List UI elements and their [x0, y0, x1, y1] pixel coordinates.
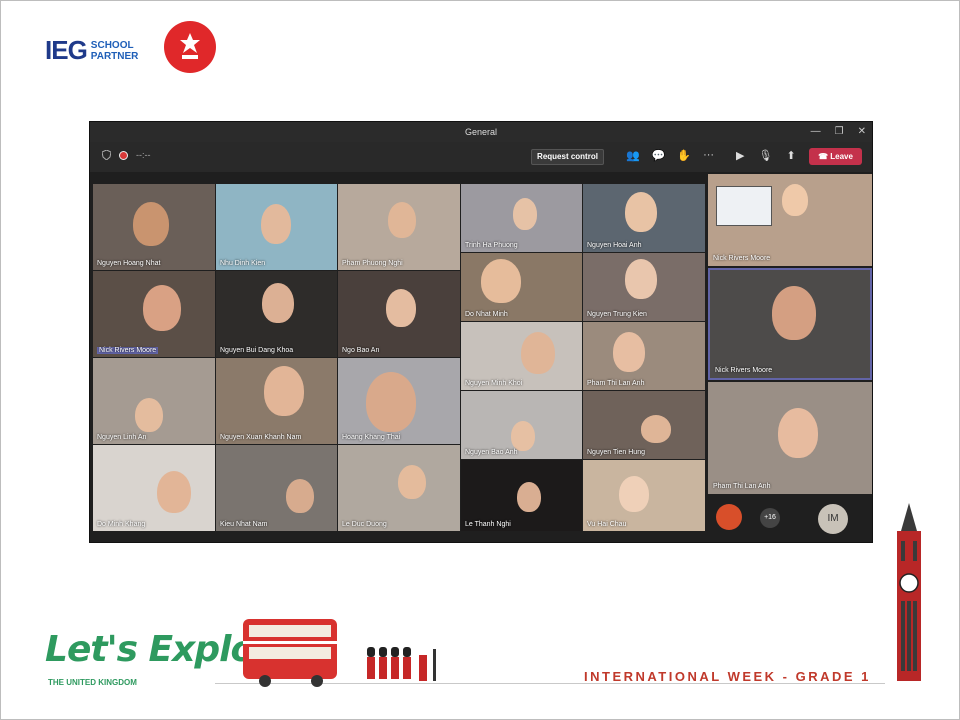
video-tile[interactable]: Nguyen Trung Kien [583, 253, 705, 321]
window-controls: — ❐ ✕ [811, 122, 866, 142]
video-tile[interactable]: Nguyen Bui Dang Khoa [216, 271, 337, 357]
held-picture [716, 186, 772, 226]
minimize-icon[interactable]: — [811, 122, 821, 142]
participant-name: Do Nhat Minh [465, 311, 508, 318]
participant-name: Nick Rivers Moore [715, 367, 773, 374]
video-tile[interactable]: Pham Thi Lan Anh [583, 322, 705, 390]
participant-name: Do Minh Khang [97, 521, 146, 528]
participant-name: Ngo Bao An [342, 347, 380, 354]
slide: IEG SCHOOL PARTNER General — ❐ ✕ --:-- R… [0, 0, 960, 720]
participant-name: Trinh Ha Phuong [465, 242, 518, 249]
video-tile[interactable]: Hoang Khang Thai [338, 358, 460, 444]
video-tile[interactable]: Nguyen Xuan Khanh Nam [216, 358, 337, 444]
video-tile[interactable]: Nguyen Minh Khoi [461, 322, 582, 390]
meeting-timer: --:-- [136, 150, 151, 160]
participant-name: Nguyen Bao Anh [465, 449, 518, 456]
pinned-video-tile[interactable]: Pham Thi Lan Anh [708, 382, 872, 494]
ieg-sub-line2: PARTNER [90, 50, 139, 62]
video-tile[interactable]: Nick Rivers Moore [93, 271, 215, 357]
shield-icon [102, 150, 111, 160]
record-icon [119, 150, 128, 160]
video-tile[interactable]: Nguyen Hoang Nhat [93, 184, 215, 270]
request-control-button[interactable]: Request control [531, 149, 604, 165]
overflow-strip: +16 IM [708, 496, 872, 542]
video-tile[interactable]: Nguyen Hoai Anh [583, 184, 705, 252]
pinned-video-tile[interactable]: Nick Rivers Moore [708, 268, 872, 380]
participant-name: Le Thanh Nghi [465, 521, 511, 528]
pinned-video-tile[interactable]: Nick Rivers Moore [708, 174, 872, 266]
participant-name: Pham Thi Lan Anh [713, 483, 771, 490]
participant-name: Nick Rivers Moore [97, 347, 159, 354]
restore-icon[interactable]: ❐ [835, 122, 844, 142]
participant-name: Le Duc Duong [342, 521, 387, 528]
participant-grid: Nguyen Hoang Nhat Nhu Dinh Kien Pham Phu… [93, 184, 705, 542]
reactions-icon[interactable]: ✋ [677, 149, 691, 162]
video-tile[interactable]: Vu Hai Chau [583, 460, 705, 531]
camera-icon[interactable]: ▶ [736, 149, 744, 162]
participant-name: Nguyen Trung Kien [587, 311, 647, 318]
participant-name: Nguyen Bui Dang Khoa [220, 347, 294, 354]
video-tile[interactable]: Do Nhat Minh [461, 253, 582, 321]
participant-name: Nguyen Tien Hung [587, 449, 645, 456]
video-tile[interactable]: Ngo Bao An [338, 271, 460, 357]
big-ben-icon [897, 503, 921, 681]
phone-icon: ☎ [818, 152, 831, 161]
video-tile[interactable]: Le Duc Duong [338, 445, 460, 531]
ieg-sub-line1: SCHOOL [90, 39, 134, 51]
leave-label: Leave [830, 152, 853, 161]
ieg-logo: IEG SCHOOL PARTNER [45, 35, 138, 66]
raised-hand-avatar[interactable] [716, 504, 742, 530]
meeting-toolbar: --:-- Request control 👥 💬 ✋ ··· ▶ 🎙 ⬆ ☎ … [90, 142, 872, 172]
toolbar-right-icons: ▶ 🎙 ⬆ [736, 149, 796, 162]
toolbar-left: --:-- [102, 150, 151, 160]
teams-window: General — ❐ ✕ --:-- Request control 👥 💬 … [89, 121, 873, 543]
overflow-count[interactable]: +16 [760, 508, 780, 528]
school-emblem-icon [180, 33, 200, 59]
participant-name: Pham Phuong Nghi [342, 260, 403, 267]
video-tile[interactable]: Nhu Dinh Kien [216, 184, 337, 270]
double-decker-bus-icon [243, 619, 337, 687]
video-tile[interactable]: Nguyen Tien Hung [583, 391, 705, 459]
participant-name: Nguyen Linh An [97, 434, 147, 441]
people-icon[interactable]: 👥 [626, 149, 640, 162]
share-icon[interactable]: ⬆ [786, 149, 795, 162]
chat-icon[interactable]: 💬 [652, 149, 666, 162]
participant-name: Nick Rivers Moore [713, 255, 771, 262]
participant-name: Nguyen Hoai Anh [587, 242, 642, 249]
more-icon[interactable]: ··· [703, 149, 714, 162]
video-tile[interactable]: Le Thanh Nghi [461, 460, 582, 531]
royal-guards-icon [367, 647, 436, 681]
participant-name: Hoang Khang Thai [342, 434, 401, 441]
leave-button[interactable]: ☎ Leave [809, 148, 862, 165]
lets-explore-subtitle: THE UNITED KINGDOM [48, 678, 137, 687]
participant-name: Nguyen Minh Khoi [465, 380, 523, 387]
avatar[interactable]: IM [818, 504, 848, 534]
participant-name: Pham Thi Lan Anh [587, 380, 645, 387]
participant-name: Vu Hai Chau [587, 521, 627, 528]
participant-name: Nguyen Hoang Nhat [97, 260, 161, 267]
ieg-mark: IEG [45, 35, 88, 65]
toolbar-center-icons: 👥 💬 ✋ ··· [626, 149, 714, 162]
ieg-subtitle: SCHOOL PARTNER [91, 40, 139, 62]
window-title: General [464, 127, 498, 137]
close-icon[interactable]: ✕ [858, 122, 866, 142]
video-tile[interactable]: Do Minh Khang [93, 445, 215, 531]
participant-name: Kieu Nhat Nam [220, 521, 268, 528]
school-logo [164, 21, 216, 73]
participant-name: Nguyen Xuan Khanh Nam [220, 434, 302, 441]
participant-name: Nhu Dinh Kien [220, 260, 266, 267]
window-titlebar: General — ❐ ✕ [90, 122, 872, 142]
international-week-banner: INTERNATIONAL WEEK - GRADE 1 [584, 669, 871, 684]
video-tile[interactable]: Nguyen Bao Anh [461, 391, 582, 459]
video-tile[interactable]: Nguyen Linh An [93, 358, 215, 444]
video-tile[interactable]: Trinh Ha Phuong [461, 184, 582, 252]
video-tile[interactable]: Pham Phuong Nghi [338, 184, 460, 270]
mic-icon[interactable]: 🎙 [758, 149, 772, 162]
video-tile[interactable]: Kieu Nhat Nam [216, 445, 337, 531]
